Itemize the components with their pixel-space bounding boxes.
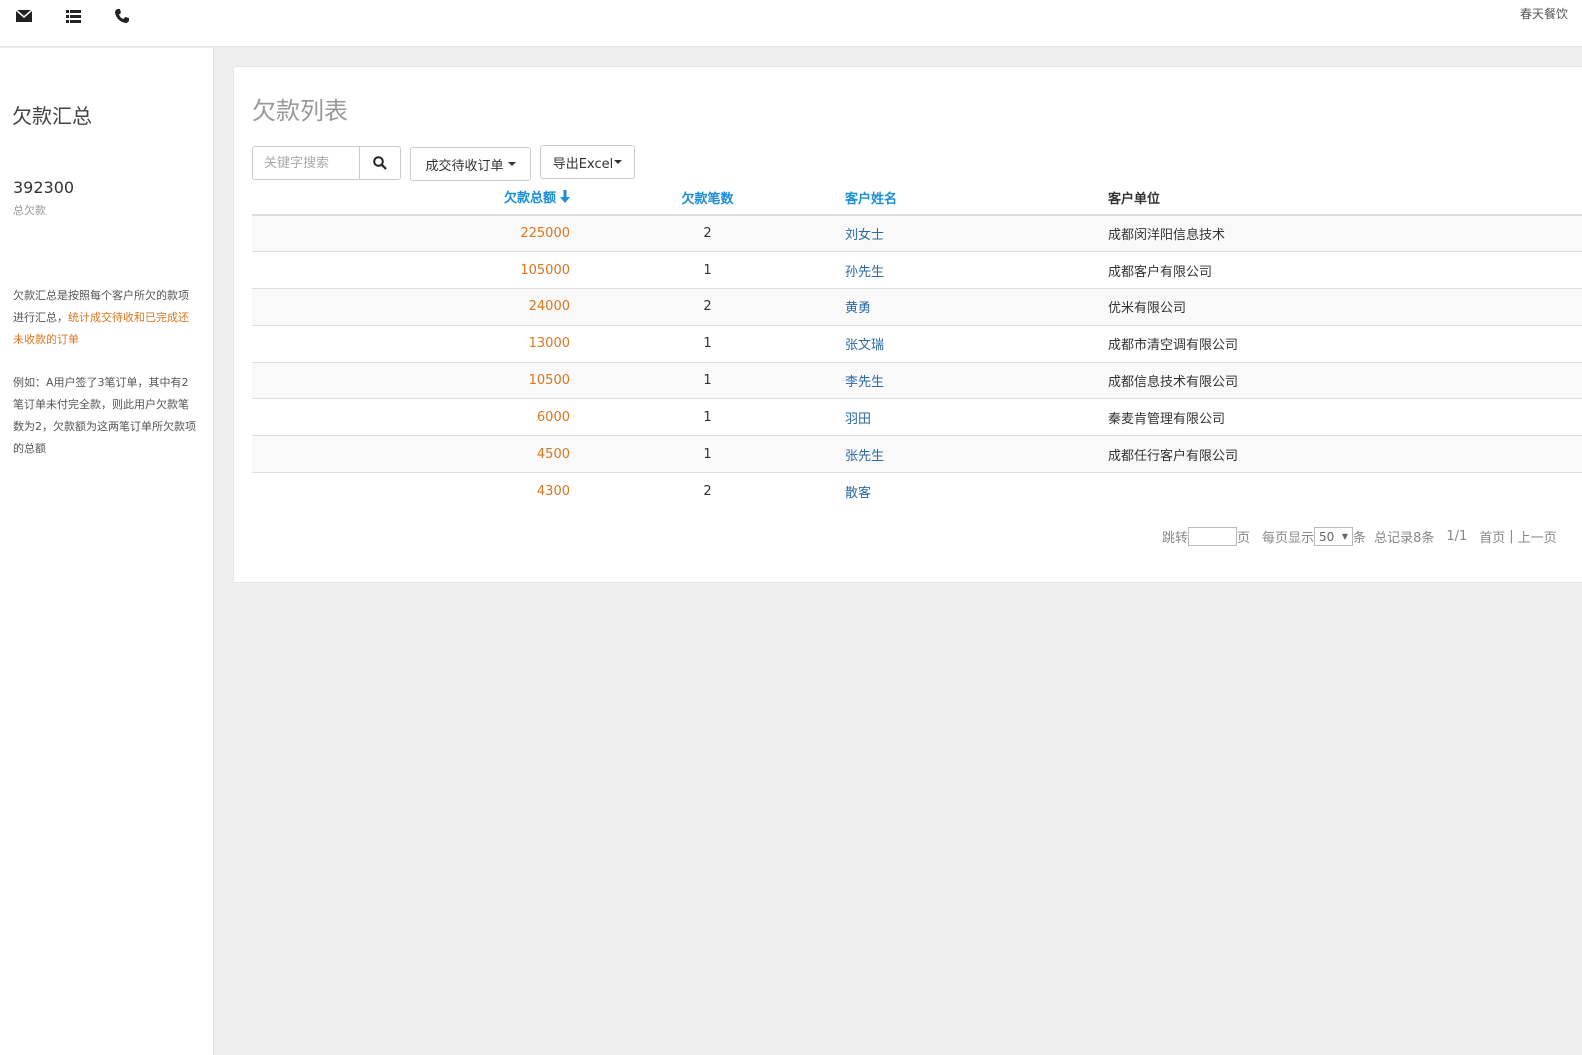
brand-name: 春天餐饮 bbox=[1519, 7, 1568, 21]
debt-amount: 225000 bbox=[252, 214, 570, 252]
customer-company bbox=[1108, 472, 1582, 510]
table-row: 4500 1 张先生 成都任行客户有限公司 bbox=[252, 435, 1582, 473]
jump-label: 跳转 bbox=[1162, 531, 1189, 546]
jump-page-input[interactable] bbox=[1188, 527, 1238, 546]
phone-icon[interactable] bbox=[112, 7, 132, 25]
per-page-value: 50 bbox=[1319, 529, 1335, 544]
debt-amount: 24000 bbox=[252, 288, 570, 326]
debt-amount: 6000 bbox=[252, 398, 570, 436]
per-page-select[interactable]: 50 ▼ bbox=[1314, 527, 1354, 546]
debt-list-panel: 欠款列表 成交待收订单 导出Excel 欠款总额 欠款笔数 客户姓名 客户单位 … bbox=[233, 66, 1582, 583]
customer-name-link[interactable]: 李先生 bbox=[845, 375, 884, 390]
customer-name-link[interactable]: 孙先生 bbox=[845, 265, 884, 280]
example-note: 例如：A用户签了3笔订单，其中有2笔订单未付完全款，则此用户欠款笔数为2，欠款额… bbox=[13, 376, 196, 455]
per-page-unit: 条 bbox=[1353, 531, 1367, 546]
table-row: 6000 1 羽田 秦麦肯管理有限公司 bbox=[252, 398, 1582, 436]
customer-name-link[interactable]: 刘女士 bbox=[845, 228, 884, 243]
debt-amount: 4500 bbox=[252, 435, 570, 473]
table-row: 4300 2 散客 bbox=[252, 472, 1582, 510]
debt-count: 1 bbox=[570, 324, 845, 363]
per-page-label: 每页显示 bbox=[1262, 531, 1315, 546]
export-excel-label: 导出Excel bbox=[552, 156, 614, 172]
summary-note: 欠款汇总是按照每个客户所欠的款项进行汇总，统计成交待收和已完成还未收款的订单 bbox=[13, 285, 198, 351]
customer-company: 成都信息技术有限公司 bbox=[1108, 361, 1582, 399]
caret-down-icon bbox=[614, 160, 623, 164]
table-row: 13000 1 张文瑞 成都市清空调有限公司 bbox=[252, 324, 1582, 363]
debt-amount: 13000 bbox=[252, 324, 570, 363]
order-filter-label: 成交待收订单 bbox=[425, 158, 504, 174]
pagination: 跳转 页 每页显示 50 ▼ 条 总记录8条 1/1 首页 | 上一页 bbox=[1162, 527, 1557, 546]
debt-count: 1 bbox=[570, 398, 845, 436]
debt-count: 2 bbox=[570, 472, 845, 510]
total-debt-value: 392300 bbox=[13, 178, 75, 197]
list-icon[interactable] bbox=[63, 7, 83, 25]
table-row: 105000 1 孙先生 成都客户有限公司 bbox=[252, 251, 1582, 289]
customer-name-link[interactable]: 羽田 bbox=[845, 412, 871, 427]
prev-page-link[interactable]: 上一页 bbox=[1518, 527, 1557, 546]
column-header-company: 客户单位 bbox=[1108, 180, 1582, 216]
table-header-row: 欠款总额 欠款笔数 客户姓名 客户单位 bbox=[252, 180, 1582, 216]
debt-amount: 4300 bbox=[252, 472, 570, 510]
table-row: 10500 1 李先生 成都信息技术有限公司 bbox=[252, 361, 1582, 399]
first-page-link[interactable]: 首页 bbox=[1479, 527, 1505, 546]
column-header-count[interactable]: 欠款笔数 bbox=[570, 180, 845, 216]
table-row: 225000 2 刘女士 成都闵洋阳信息技术 bbox=[252, 214, 1582, 252]
order-filter-dropdown[interactable]: 成交待收订单 bbox=[410, 147, 531, 181]
export-excel-dropdown[interactable]: 导出Excel bbox=[540, 145, 635, 179]
total-debt-label: 总欠款 bbox=[13, 204, 46, 217]
customer-company: 成都市清空调有限公司 bbox=[1108, 324, 1582, 363]
arrow-down-icon bbox=[560, 190, 570, 207]
debt-count: 1 bbox=[570, 435, 845, 473]
debt-table: 欠款总额 欠款笔数 客户姓名 客户单位 225000 2 刘女士 成都闵洋阳信息… bbox=[252, 180, 1582, 510]
debt-count: 2 bbox=[570, 214, 845, 252]
customer-company: 成都闵洋阳信息技术 bbox=[1108, 214, 1582, 252]
mail-icon[interactable] bbox=[14, 7, 34, 25]
debt-count: 1 bbox=[570, 361, 845, 399]
page-unit: 页 bbox=[1237, 531, 1251, 546]
search-input[interactable] bbox=[253, 147, 359, 179]
search-box bbox=[252, 146, 401, 180]
customer-name-link[interactable]: 张先生 bbox=[845, 449, 884, 464]
search-icon bbox=[373, 156, 387, 170]
debt-count: 1 bbox=[570, 251, 845, 289]
customer-company: 成都客户有限公司 bbox=[1108, 251, 1582, 289]
top-bar: 春天餐饮 bbox=[0, 0, 1582, 47]
customer-company: 优米有限公司 bbox=[1108, 288, 1582, 326]
column-header-name[interactable]: 客户姓名 bbox=[845, 180, 1108, 216]
customer-company: 秦麦肯管理有限公司 bbox=[1108, 398, 1582, 436]
page-info: 1/1 bbox=[1446, 529, 1468, 544]
column-header-amount[interactable]: 欠款总额 bbox=[252, 180, 570, 216]
customer-name-link[interactable]: 散客 bbox=[845, 486, 871, 501]
caret-down-icon bbox=[507, 162, 516, 166]
page-title: 欠款列表 bbox=[252, 97, 348, 125]
summary-title: 欠款汇总 bbox=[12, 104, 92, 128]
table-row: 24000 2 黄勇 优米有限公司 bbox=[252, 288, 1582, 326]
customer-company: 成都任行客户有限公司 bbox=[1108, 435, 1582, 473]
customer-name-link[interactable]: 张文瑞 bbox=[845, 338, 884, 353]
search-button[interactable] bbox=[359, 147, 400, 179]
pager-separator: | bbox=[1509, 529, 1514, 544]
debt-count: 2 bbox=[570, 288, 845, 326]
caret-down-icon: ▼ bbox=[1341, 532, 1349, 541]
debt-amount: 10500 bbox=[252, 361, 570, 399]
customer-name-link[interactable]: 黄勇 bbox=[845, 301, 871, 316]
sidebar: 欠款汇总 392300 总欠款 欠款汇总是按照每个客户所欠的款项进行汇总，统计成… bbox=[0, 48, 214, 1055]
total-records: 总记录8条 bbox=[1374, 531, 1435, 546]
debt-amount: 105000 bbox=[252, 251, 570, 289]
